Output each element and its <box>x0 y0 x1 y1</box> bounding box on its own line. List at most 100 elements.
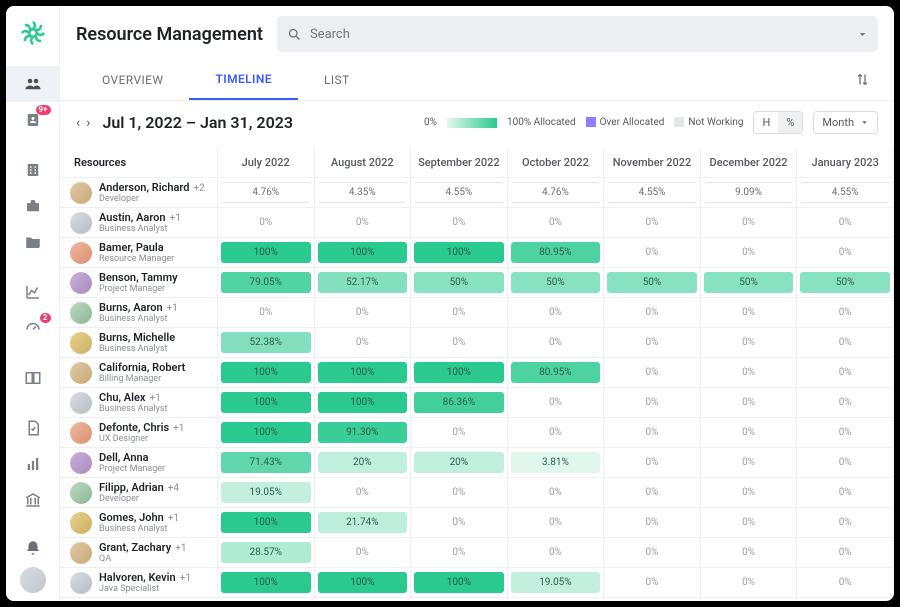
alloc-cell[interactable]: 0% <box>604 538 701 568</box>
alloc-cell[interactable]: 50% <box>700 268 797 298</box>
alloc-cell[interactable]: 0% <box>604 298 701 328</box>
alloc-cell[interactable]: 0% <box>604 508 701 538</box>
alloc-cell[interactable]: 0% <box>700 208 797 238</box>
alloc-cell[interactable]: 100% <box>217 388 314 418</box>
resource-cell[interactable]: Chu, Alex+1Business Analyst <box>70 391 209 414</box>
alloc-cell[interactable]: 0% <box>700 418 797 448</box>
alloc-cell[interactable]: 0% <box>797 208 894 238</box>
alloc-cell[interactable]: 4.76% <box>217 178 314 208</box>
alloc-cell[interactable]: 0% <box>700 388 797 418</box>
sidebar-item-contacts[interactable]: 9+ <box>6 102 60 138</box>
sidebar-item-chart[interactable] <box>6 274 60 310</box>
alloc-cell[interactable]: 52.17% <box>314 268 411 298</box>
sidebar-item-doc[interactable] <box>6 410 60 446</box>
alloc-cell[interactable]: 100% <box>217 418 314 448</box>
alloc-cell[interactable]: 0% <box>507 508 604 538</box>
next-range-button[interactable]: › <box>86 115 90 131</box>
resource-cell[interactable]: Burns, MichelleBusiness Analyst <box>70 331 209 354</box>
alloc-cell[interactable]: 100% <box>217 358 314 388</box>
alloc-cell[interactable]: 86.36% <box>411 388 508 418</box>
sidebar-item-book[interactable] <box>6 360 60 396</box>
alloc-cell[interactable]: 0% <box>411 208 508 238</box>
allocation-grid[interactable]: ResourcesJuly 2022August 2022September 2… <box>60 148 894 601</box>
alloc-cell[interactable]: 4.55% <box>797 178 894 208</box>
alloc-cell[interactable]: 0% <box>604 448 701 478</box>
prev-range-button[interactable]: ‹ <box>76 115 80 131</box>
resource-cell[interactable]: Gomes, John+1Business Analyst <box>70 511 209 534</box>
alloc-cell[interactable]: 0% <box>797 418 894 448</box>
alloc-cell[interactable]: 0% <box>411 418 508 448</box>
resource-cell[interactable]: Dell, AnnaProject Manager <box>70 451 209 474</box>
alloc-cell[interactable]: 100% <box>411 568 508 598</box>
alloc-cell[interactable]: 0% <box>314 208 411 238</box>
resource-cell[interactable]: Burns, Aaron+1Business Analyst <box>70 301 209 324</box>
alloc-cell[interactable]: 4.35% <box>314 178 411 208</box>
alloc-cell[interactable]: 0% <box>411 538 508 568</box>
alloc-cell[interactable]: 0% <box>604 328 701 358</box>
alloc-cell[interactable]: 19.05% <box>217 478 314 508</box>
alloc-cell[interactable]: 0% <box>507 298 604 328</box>
alloc-cell[interactable]: 0% <box>507 538 604 568</box>
alloc-cell[interactable]: 0% <box>314 328 411 358</box>
alloc-cell[interactable]: 0% <box>797 388 894 418</box>
alloc-cell[interactable]: 0% <box>797 508 894 538</box>
alloc-cell[interactable]: 0% <box>700 448 797 478</box>
alloc-cell[interactable]: 0% <box>604 418 701 448</box>
alloc-cell[interactable]: 0% <box>700 478 797 508</box>
alloc-cell[interactable]: 50% <box>604 268 701 298</box>
resource-cell[interactable]: Halvoren, Kevin+1Java Specialist <box>70 571 209 594</box>
alloc-cell[interactable]: 0% <box>700 568 797 598</box>
current-user-avatar[interactable] <box>20 567 46 593</box>
alloc-cell[interactable]: 0% <box>700 508 797 538</box>
alloc-cell[interactable]: 0% <box>507 328 604 358</box>
sidebar-item-bars[interactable] <box>6 446 60 482</box>
alloc-cell[interactable]: 0% <box>797 568 894 598</box>
alloc-cell[interactable]: 0% <box>700 238 797 268</box>
alloc-cell[interactable]: 19.05% <box>507 568 604 598</box>
alloc-cell[interactable]: 0% <box>604 388 701 418</box>
unit-hours[interactable]: H <box>754 112 778 133</box>
alloc-cell[interactable]: 0% <box>797 328 894 358</box>
alloc-cell[interactable]: 50% <box>507 268 604 298</box>
sidebar-item-folder[interactable] <box>6 224 60 260</box>
alloc-cell[interactable]: 20% <box>314 448 411 478</box>
alloc-cell[interactable]: 4.76% <box>507 178 604 208</box>
alloc-cell[interactable]: 80.95% <box>507 238 604 268</box>
sidebar-item-org[interactable] <box>6 152 60 188</box>
sidebar-item-bank[interactable] <box>6 482 60 518</box>
resource-cell[interactable]: Anderson, Richard+2Developer <box>70 181 209 204</box>
resource-cell[interactable]: Filipp, Adrian+4Developer <box>70 481 209 504</box>
alloc-cell[interactable]: 50% <box>411 268 508 298</box>
tab-list[interactable]: LIST <box>298 63 376 99</box>
alloc-cell[interactable]: 0% <box>700 328 797 358</box>
sidebar-item-people[interactable] <box>6 66 60 102</box>
alloc-cell[interactable]: 0% <box>797 478 894 508</box>
alloc-cell[interactable]: 52.38% <box>217 328 314 358</box>
alloc-cell[interactable]: 91.30% <box>314 418 411 448</box>
alloc-cell[interactable]: 0% <box>604 358 701 388</box>
alloc-cell[interactable]: 0% <box>604 208 701 238</box>
sidebar-item-gauge[interactable]: 2 <box>6 310 60 346</box>
alloc-cell[interactable]: 0% <box>314 538 411 568</box>
alloc-cell[interactable]: 100% <box>217 238 314 268</box>
alloc-cell[interactable]: 0% <box>217 298 314 328</box>
alloc-cell[interactable]: 100% <box>314 238 411 268</box>
caret-down-icon[interactable] <box>857 29 868 40</box>
alloc-cell[interactable]: 0% <box>797 298 894 328</box>
alloc-cell[interactable]: 79.05% <box>217 268 314 298</box>
alloc-cell[interactable]: 100% <box>314 568 411 598</box>
alloc-cell[interactable]: 21.74% <box>314 508 411 538</box>
search-input[interactable] <box>310 27 849 42</box>
alloc-cell[interactable]: 100% <box>217 508 314 538</box>
alloc-cell[interactable]: 71.43% <box>217 448 314 478</box>
tab-overview[interactable]: OVERVIEW <box>76 63 189 99</box>
alloc-cell[interactable]: 0% <box>411 508 508 538</box>
tab-timeline[interactable]: TIMELINE <box>189 62 298 100</box>
sidebar-item-briefcase[interactable] <box>6 188 60 224</box>
alloc-cell[interactable]: 0% <box>411 478 508 508</box>
alloc-cell[interactable]: 0% <box>507 418 604 448</box>
alloc-cell[interactable]: 20% <box>411 448 508 478</box>
alloc-cell[interactable]: 0% <box>700 358 797 388</box>
alloc-cell[interactable]: 9.09% <box>700 178 797 208</box>
alloc-cell[interactable]: 0% <box>797 358 894 388</box>
